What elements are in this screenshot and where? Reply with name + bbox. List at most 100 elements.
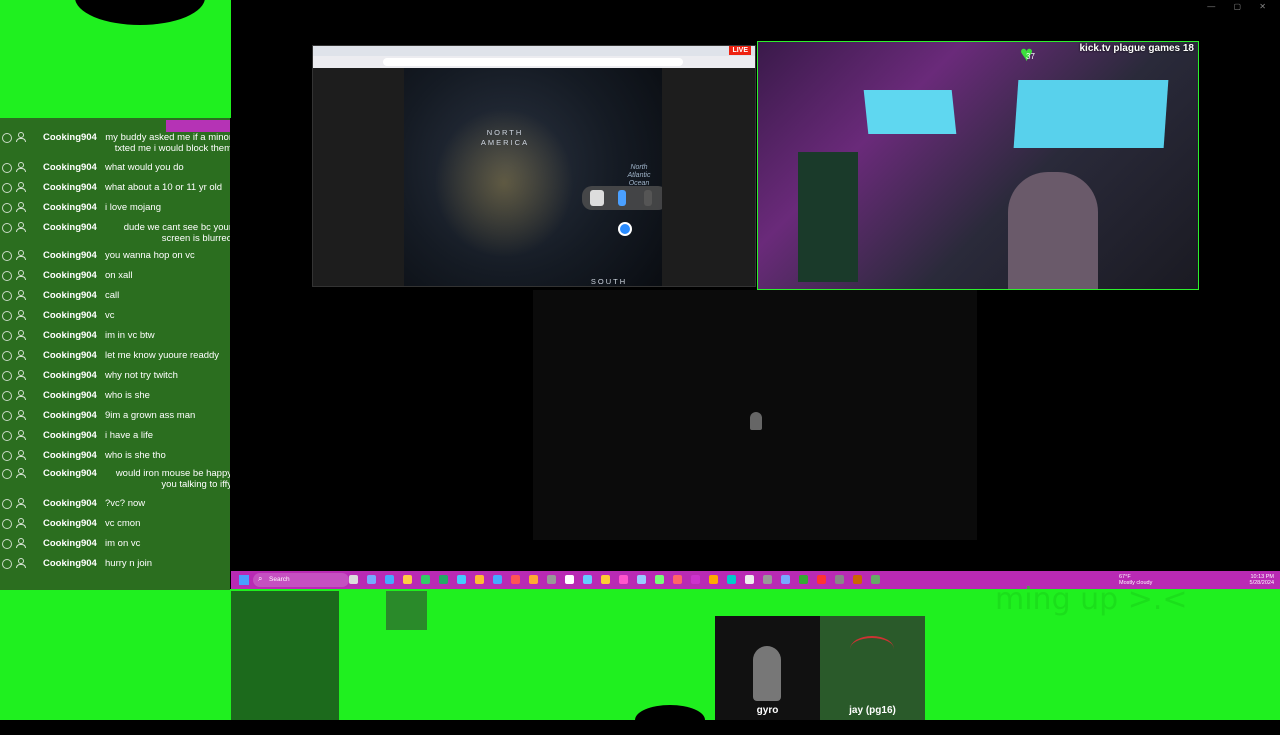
taskbar-app-icon[interactable] [673,575,682,584]
search-icon: ⌕ [258,574,263,583]
chat-username[interactable]: Cooking904 [43,132,97,143]
taskbar-app-icon[interactable] [853,575,862,584]
user-icon [16,468,26,478]
chat-username[interactable]: Cooking904 [43,202,97,213]
location-pin-icon[interactable] [618,222,632,236]
airpods-icon[interactable] [590,190,604,206]
user-icon [16,222,26,232]
taskbar-app-icon[interactable] [367,575,376,584]
device-dock[interactable] [582,186,662,210]
taskbar-app-icon[interactable] [421,575,430,584]
chat-username[interactable]: Cooking904 [43,430,97,441]
chat-username[interactable]: Cooking904 [43,410,97,421]
chat-text: my buddy asked me if a minor txted me i … [105,132,230,154]
taskbar-app-icon[interactable] [349,575,358,584]
taskbar-app-icon[interactable] [691,575,700,584]
browser-toolbar: LIVE [313,46,755,68]
taskbar-app-icon[interactable] [817,575,826,584]
clock-date: 5/28/2024 [1249,580,1274,586]
participant-name: gyro [756,705,779,716]
taskbar-app-icon[interactable] [637,575,646,584]
streamer [1008,172,1098,289]
chat-username[interactable]: Cooking904 [43,330,97,341]
chat-username[interactable]: Cooking904 [43,182,97,193]
chat-username[interactable]: Cooking904 [43,250,97,261]
chat-text: what about a 10 or 11 yr old [105,182,223,193]
taskbar-app-icon[interactable] [799,575,808,584]
taskbar-app-icon[interactable] [583,575,592,584]
badge-icon [2,351,12,361]
map-label-ocean: North Atlantic Ocean [627,164,651,187]
chat-username[interactable]: Cooking904 [43,290,97,301]
badge-icon [2,223,12,233]
taskbar-app-icon[interactable] [439,575,448,584]
taskbar-app-icon[interactable] [619,575,628,584]
participant-avatar [753,646,781,701]
taskbar-app-icon[interactable] [547,575,556,584]
system-tray-clock[interactable]: 10:13 PM 5/28/2024 [1250,574,1274,586]
user-icon [16,410,26,420]
taskbar-search[interactable]: Search [253,573,349,587]
user-icon [16,450,26,460]
taskbar-app-icon[interactable] [709,575,718,584]
phone-icon[interactable] [618,190,626,206]
badge-icon [2,539,12,549]
chat-username[interactable]: Cooking904 [43,350,97,361]
taskbar-app-icon[interactable] [529,575,538,584]
chat-username[interactable]: Cooking904 [43,222,97,233]
taskbar-app-icon[interactable] [385,575,394,584]
chat-username[interactable]: Cooking904 [43,162,97,173]
taskbar-app-icon[interactable] [511,575,520,584]
taskbar-app-icon[interactable] [655,575,664,584]
window-controls[interactable]: — ▢ ✕ [1207,2,1274,11]
badge-icon [2,469,12,479]
taskbar-app-icon[interactable] [781,575,790,584]
chat-username[interactable]: Cooking904 [43,390,97,401]
participant-name: jay (pg16) [849,705,896,716]
badge-icon [2,291,12,301]
windows-start-icon[interactable] [239,575,249,585]
globe-map[interactable]: NORTH AMERICA North Atlantic Ocean SOUTH [404,68,662,286]
user-icon [16,162,26,172]
taskbar-app-icon[interactable] [493,575,502,584]
user-icon [16,350,26,360]
chat-username[interactable]: Cooking904 [43,518,97,529]
chat-username[interactable]: Cooking904 [43,468,97,479]
taskbar-app-icon[interactable] [403,575,412,584]
overlay-ghost-text: ming up >.< [995,582,1188,617]
chat-text: vc [105,310,115,321]
chat-username[interactable]: Cooking904 [43,270,97,281]
badge-icon [2,371,12,381]
chat-text: why not try twitch [105,370,178,381]
badge-icon [2,451,12,461]
taskbar-app-icon[interactable] [745,575,754,584]
participant-tile-jay[interactable]: jay (pg16) [820,616,925,720]
device-icon[interactable] [644,190,652,206]
taskbar-app-icon[interactable] [475,575,484,584]
chat-username[interactable]: Cooking904 [43,310,97,321]
screen-share-browser: LIVE NORTH AMERICA North Atlantic Ocean … [312,45,756,287]
taskbar-app-icon[interactable] [727,575,736,584]
browser-tabs[interactable] [313,46,755,56]
chat-text: on xall [105,270,133,281]
badge-icon [2,271,12,281]
chat-text: what would you do [105,162,184,173]
taskbar-app-icon[interactable] [763,575,772,584]
chat-username[interactable]: Cooking904 [43,538,97,549]
taskbar-app-icon[interactable] [601,575,610,584]
participant-tile-gyro[interactable]: gyro [715,616,820,720]
taskbar-app-icon[interactable] [565,575,574,584]
user-icon [16,430,26,440]
chat-username[interactable]: Cooking904 [43,450,97,461]
chat-username[interactable]: Cooking904 [43,370,97,381]
taskbar-app-icon[interactable] [871,575,880,584]
chat-username[interactable]: Cooking904 [43,498,97,509]
badge-icon [2,391,12,401]
chat-text: you wanna hop on vc [105,250,195,261]
taskbar-app-icon[interactable] [835,575,844,584]
taskbar-app-icon[interactable] [457,575,466,584]
chat-username[interactable]: Cooking904 [43,558,97,569]
address-bar[interactable] [383,58,683,66]
monitor-right [1013,80,1169,148]
user-icon [16,182,26,192]
